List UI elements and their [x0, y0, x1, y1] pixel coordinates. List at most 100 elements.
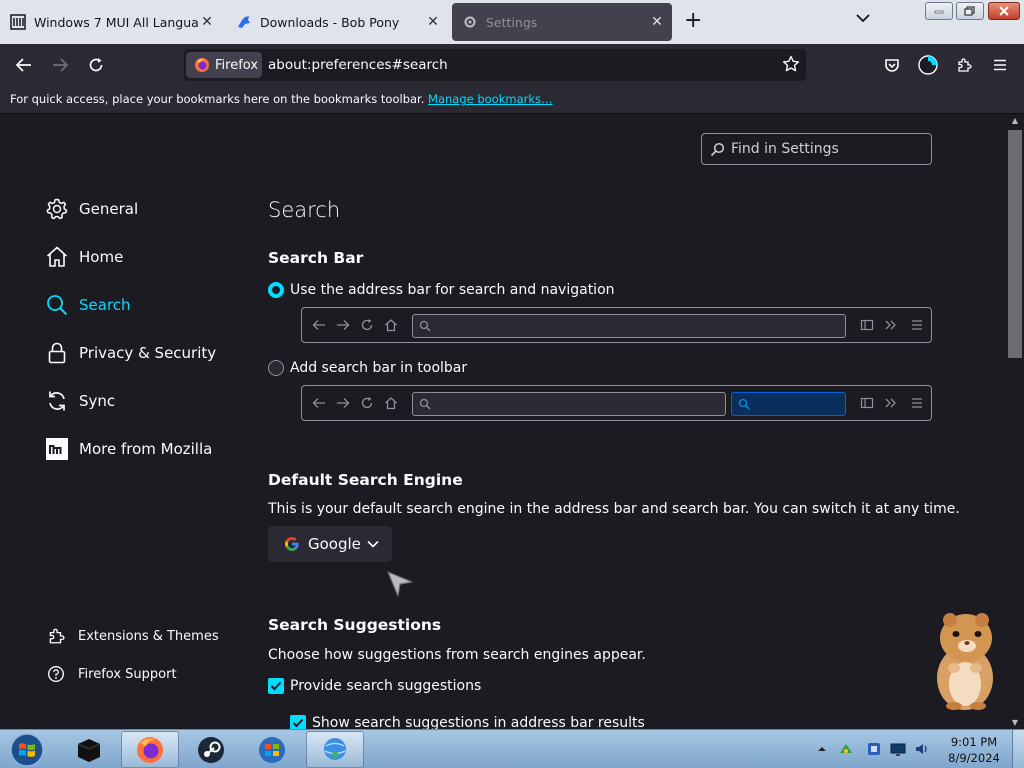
close-icon — [999, 6, 1009, 16]
tray-network-app-icon[interactable] — [866, 741, 882, 757]
radio-add-search-bar[interactable]: Add search bar in toolbar — [268, 360, 467, 376]
back-arrow-icon — [312, 320, 325, 330]
tab-downloads-bob-pony[interactable]: Downloads - Bob Pony ✕ — [226, 3, 448, 41]
provide-suggestions-checkbox[interactable]: Provide search suggestions — [268, 678, 481, 694]
taskbar-windows-media[interactable] — [243, 731, 301, 768]
tab-title: Windows 7 MUI All Language P — [34, 14, 198, 30]
category-more-from-mozilla[interactable]: More from Mozilla — [45, 434, 212, 464]
checkbox-box[interactable] — [268, 678, 284, 694]
radio-label: Use the address bar for search and navig… — [290, 282, 615, 298]
close-tab-icon[interactable]: ✕ — [648, 14, 666, 30]
pocket-icon — [885, 58, 899, 72]
page-scrollbar[interactable]: ▲ ▼ — [1006, 114, 1024, 729]
search-icon — [710, 142, 725, 156]
list-all-tabs-icon[interactable] — [856, 13, 870, 23]
restore-button[interactable] — [956, 2, 984, 20]
system-clock[interactable]: 9:01 PM 8/9/2024 — [946, 734, 1002, 766]
reload-icon — [361, 397, 373, 409]
search-suggestions-heading: Search Suggestions — [268, 616, 442, 634]
search-bar-preview — [301, 385, 932, 421]
taskbar-black-box-app[interactable] — [60, 731, 118, 768]
mouse-cursor-icon — [387, 571, 413, 597]
show-hidden-icons-icon[interactable] — [814, 741, 830, 757]
url-bar[interactable]: Firefox about:preferences#search — [184, 49, 806, 81]
taskbar-steam[interactable] — [182, 731, 240, 768]
pocket-button[interactable] — [879, 52, 905, 78]
radio-dot[interactable] — [268, 360, 284, 376]
reload-button[interactable] — [83, 52, 109, 78]
home-icon — [45, 245, 69, 269]
address-bar-suggestions-checkbox[interactable]: Show search suggestions in address bar r… — [290, 715, 645, 729]
checkbox-label: Provide search suggestions — [290, 678, 482, 694]
extensions-button[interactable] — [951, 52, 977, 78]
tray-app-icon[interactable] — [838, 741, 854, 757]
close-tab-icon[interactable]: ✕ — [424, 14, 442, 30]
category-privacy-security[interactable]: Privacy & Security — [45, 338, 216, 368]
category-home[interactable]: Home — [45, 242, 123, 272]
overflow-chevron-icon — [885, 398, 896, 408]
clock-time: 9:01 PM — [950, 735, 998, 749]
minimize-button[interactable] — [925, 2, 953, 20]
firefox-icon — [137, 736, 163, 763]
windows-taskbar: 9:01 PM 8/9/2024 — [0, 729, 1024, 768]
scroll-down-arrow-icon[interactable]: ▼ — [1006, 718, 1024, 727]
start-button[interactable] — [6, 731, 48, 768]
category-label: Privacy & Security — [79, 344, 217, 362]
find-in-settings-input[interactable]: Find in Settings — [701, 133, 932, 165]
tab-settings[interactable]: Settings ✕ — [452, 3, 672, 41]
taskbar-firefox[interactable] — [121, 731, 179, 768]
monitor-icon[interactable] — [890, 741, 906, 757]
preferences-page: Find in Settings General Home Search Pri… — [0, 114, 1006, 729]
windows-logo-icon — [10, 732, 44, 767]
taskbar-download-manager[interactable] — [306, 731, 364, 768]
default-search-engine-description: This is your default search engine in th… — [268, 501, 960, 517]
scrollbar-thumb[interactable] — [1008, 130, 1022, 358]
category-search[interactable]: Search — [45, 290, 131, 320]
radio-use-address-bar[interactable]: Use the address bar for search and navig… — [268, 282, 615, 298]
category-sync[interactable]: Sync — [45, 386, 115, 416]
forward-arrow-icon — [337, 398, 350, 408]
tab-title: Settings — [486, 14, 538, 30]
close-tab-icon[interactable]: ✕ — [198, 14, 216, 30]
new-tab-button[interactable]: + — [684, 10, 702, 32]
clock-date: 8/9/2024 — [948, 751, 1000, 765]
tab-title: Downloads - Bob Pony — [260, 14, 400, 30]
scroll-up-arrow-icon[interactable]: ▲ — [1006, 116, 1024, 125]
radio-dot[interactable] — [268, 282, 284, 298]
manage-bookmarks-link[interactable]: Manage bookmarks… — [428, 92, 553, 106]
extensions-themes-link[interactable]: Extensions & Themes — [47, 621, 219, 651]
preview-url-field — [412, 314, 846, 338]
search-icon — [45, 293, 69, 317]
footer-link-label: Firefox Support — [78, 666, 177, 682]
address-bar-preview — [301, 307, 932, 343]
hamburger-menu-icon — [994, 59, 1006, 71]
default-engine-dropdown[interactable]: Google — [268, 526, 392, 562]
app-menu-button[interactable] — [987, 52, 1013, 78]
gear-icon — [45, 197, 69, 221]
identity-box[interactable]: Firefox — [186, 52, 262, 78]
volume-icon[interactable] — [914, 741, 930, 757]
tab-windows7-mui[interactable]: Windows 7 MUI All Language P ✕ — [0, 3, 222, 41]
account-button[interactable] — [915, 52, 941, 78]
url-text[interactable]: about:preferences#search — [268, 57, 448, 73]
forward-button[interactable] — [47, 52, 73, 78]
lock-icon — [45, 341, 69, 365]
checkbox-box[interactable] — [290, 715, 306, 729]
category-label: More from Mozilla — [79, 440, 213, 458]
back-button[interactable] — [11, 52, 37, 78]
show-desktop-button[interactable] — [1012, 730, 1024, 768]
hamburger-menu-icon — [912, 320, 922, 330]
mozilla-icon — [45, 437, 69, 461]
radio-label: Add search bar in toolbar — [290, 360, 468, 376]
category-general[interactable]: General — [45, 194, 138, 224]
close-window-button[interactable] — [988, 2, 1020, 20]
bookmark-star-icon[interactable] — [782, 55, 800, 73]
page-title: Search — [268, 198, 341, 222]
firefox-support-link[interactable]: Firefox Support — [47, 659, 177, 689]
identity-label: Firefox — [215, 57, 259, 73]
forward-arrow-icon — [337, 320, 350, 330]
help-icon — [47, 665, 65, 683]
find-placeholder: Find in Settings — [731, 141, 839, 157]
search-icon — [419, 398, 431, 410]
pony-icon — [238, 16, 250, 28]
